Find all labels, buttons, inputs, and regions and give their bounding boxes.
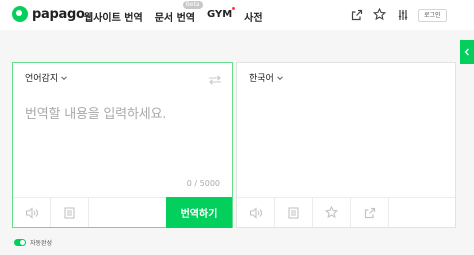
source-language-label: 언어감지: [25, 74, 59, 84]
target-language-select[interactable]: 한국어: [249, 71, 283, 84]
top-icons: [350, 8, 409, 21]
star-icon: [325, 206, 338, 219]
target-panel: 한국어: [236, 62, 456, 228]
listen-target-button[interactable]: [237, 198, 275, 227]
speaker-icon: [25, 206, 38, 219]
beta-badge: Beta: [182, 1, 203, 9]
nav-gym[interactable]: GYM: [206, 7, 236, 24]
chevron-down-icon: [61, 75, 67, 80]
source-panel: 언어감지 번역할 내용을 입력하세요. 0 / 5000 번역하기: [12, 62, 233, 228]
source-text-input[interactable]: 번역할 내용을 입력하세요.: [25, 103, 166, 122]
target-toolbar: [237, 197, 455, 227]
nav-dictionary[interactable]: 사전: [244, 9, 262, 24]
copy-button[interactable]: [275, 198, 313, 227]
share-icon: [364, 207, 375, 218]
speaker-icon: [249, 206, 262, 219]
chevron-left-icon: [464, 48, 469, 56]
top-bar: papago 웹사이트 번역 문서 번역 Beta GYM 사전 로그인: [0, 0, 474, 30]
login-button[interactable]: 로그인: [418, 9, 447, 22]
handwriting-button[interactable]: [51, 198, 89, 227]
auto-complete-label: 자동완성: [30, 240, 53, 247]
auto-complete-toggle[interactable]: 자동완성: [14, 238, 52, 247]
share-result-button[interactable]: [351, 198, 389, 227]
source-toolbar: 번역하기: [13, 197, 232, 228]
favorite-button[interactable]: [313, 198, 351, 227]
chevron-down-icon: [276, 75, 283, 80]
share-icon[interactable]: [350, 8, 363, 21]
notepad-icon: [288, 206, 299, 219]
swap-languages-icon[interactable]: [208, 70, 222, 89]
new-dot: [232, 7, 236, 10]
notepad-icon: [64, 206, 75, 219]
source-language-select[interactable]: 언어감지: [25, 71, 67, 84]
toggle-switch[interactable]: [14, 239, 26, 246]
nav-doc-translate[interactable]: 문서 번역 Beta: [154, 1, 203, 24]
nav-website-translate[interactable]: 웹사이트 번역: [84, 9, 143, 24]
side-expand-tab[interactable]: [460, 40, 474, 64]
nav-gym-label: GYM: [206, 9, 233, 20]
character-counter: 0 / 5000: [186, 179, 220, 188]
nav-doc-translate-label: 문서 번역: [154, 13, 195, 24]
main-nav: 웹사이트 번역 문서 번역 Beta GYM 사전: [84, 1, 263, 24]
star-icon[interactable]: [373, 8, 386, 21]
logo[interactable]: papago: [12, 6, 85, 22]
logo-text: papago: [32, 6, 85, 22]
papago-logo-icon: [12, 6, 28, 22]
listen-source-button[interactable]: [13, 198, 51, 227]
translate-button[interactable]: 번역하기: [166, 197, 232, 228]
target-language-label: 한국어: [249, 74, 274, 84]
settings-sliders-icon[interactable]: [396, 8, 409, 21]
